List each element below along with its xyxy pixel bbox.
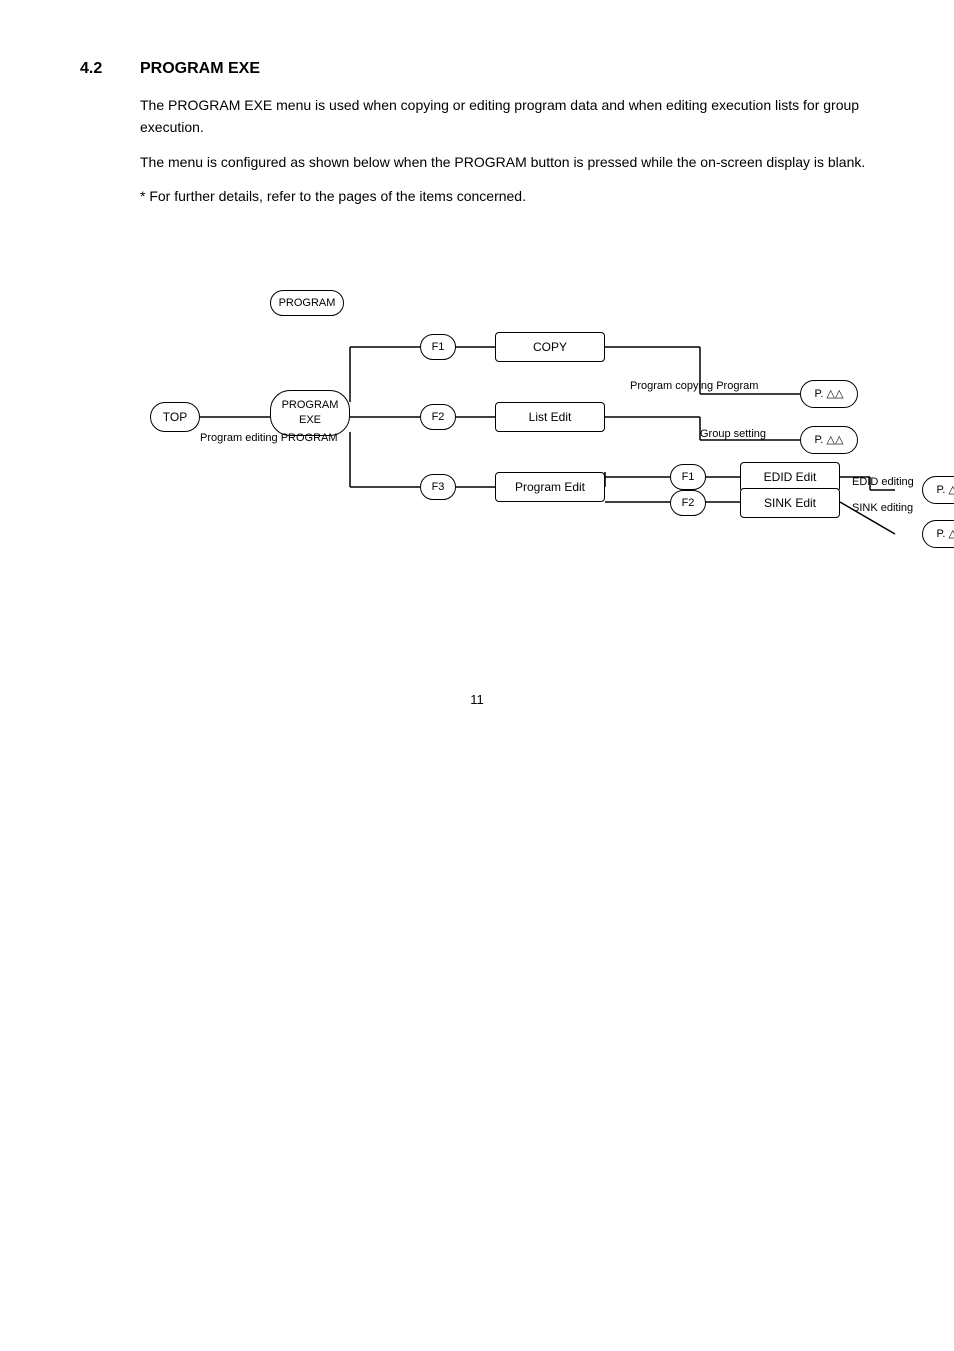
node-f1-1: F1 xyxy=(420,334,456,360)
node-p1: P. △△ xyxy=(800,380,858,408)
label-edid-editing: EDID editing xyxy=(852,476,914,488)
node-f1-2: F1 xyxy=(670,464,706,490)
label-sink-editing: SINK editing xyxy=(852,502,913,514)
section-number: 4.2 xyxy=(80,60,120,78)
node-top: TOP xyxy=(150,402,200,432)
node-list-edit: List Edit xyxy=(495,402,605,432)
paragraph-1: The PROGRAM EXE menu is used when copyin… xyxy=(140,94,874,139)
diagram: TOP PROGRAM PROGRAM EXE Program editing … xyxy=(140,232,954,592)
section-title: PROGRAM EXE xyxy=(140,60,260,78)
node-f3: F3 xyxy=(420,474,456,500)
node-program-exe: PROGRAM EXE xyxy=(270,390,350,436)
label-program-editing: Program editing PROGRAM xyxy=(200,432,338,444)
page-number: 11 xyxy=(0,692,954,707)
node-program-edit: Program Edit xyxy=(495,472,605,502)
node-copy: COPY xyxy=(495,332,605,362)
paragraph-2: The menu is configured as shown below wh… xyxy=(140,151,874,173)
node-sink-edit: SINK Edit xyxy=(740,488,840,518)
note: * For further details, refer to the page… xyxy=(140,185,874,207)
label-group-setting: Group setting xyxy=(700,428,766,440)
node-p4: P. △△ xyxy=(922,520,954,548)
node-p3: P. △△ xyxy=(922,476,954,504)
node-f2-2: F2 xyxy=(670,490,706,516)
label-program-copying: Program copying Program xyxy=(630,380,758,392)
node-f2-1: F2 xyxy=(420,404,456,430)
node-program: PROGRAM xyxy=(270,290,344,316)
node-p2: P. △△ xyxy=(800,426,858,454)
